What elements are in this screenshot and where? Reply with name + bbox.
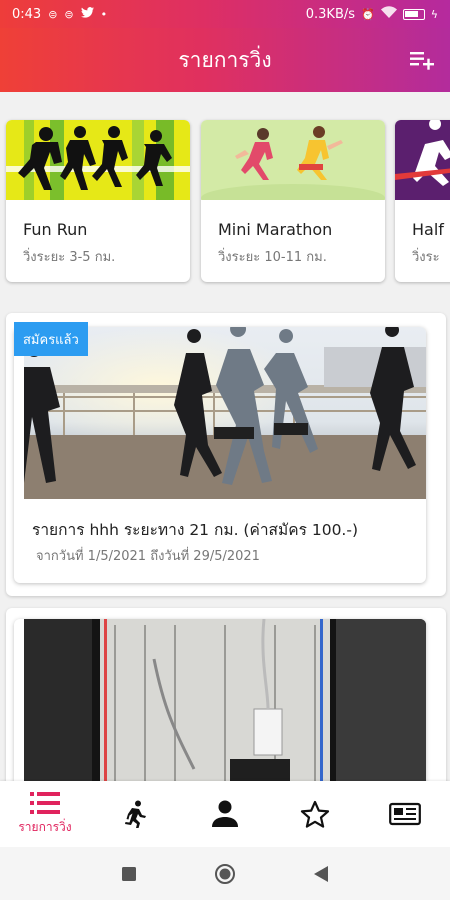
- category-name: Fun Run: [23, 220, 88, 239]
- charging-icon: ϟ: [430, 7, 438, 21]
- notification-icon: ⊜: [64, 7, 74, 21]
- category-card-fun-run[interactable]: Fun Run วิ่งระยะ 3-5 กม.: [6, 120, 190, 282]
- nav-item-profile[interactable]: [180, 781, 270, 847]
- category-card-half-marathon[interactable]: Half วิ่งระ: [395, 120, 450, 282]
- battery-icon: [402, 8, 425, 20]
- category-name: Mini Marathon: [218, 220, 333, 239]
- category-distance: วิ่งระ: [412, 250, 440, 265]
- half-marathon-image: [395, 120, 450, 200]
- home-button[interactable]: [177, 863, 273, 885]
- category-card-mini-marathon[interactable]: Mini Marathon วิ่งระยะ 10-11 กม.: [201, 120, 385, 282]
- app-bar: รายการวิ่ง: [0, 28, 450, 92]
- triangle-back-icon: [314, 865, 328, 882]
- list-icon: [30, 792, 60, 814]
- nav-item-news[interactable]: [360, 781, 450, 847]
- newspaper-icon: [389, 802, 421, 826]
- category-distance: วิ่งระยะ 3-5 กม.: [23, 250, 116, 265]
- bottom-navigation: รายการวิ่ง: [0, 781, 450, 847]
- registered-badge: สมัครแล้ว: [14, 322, 88, 356]
- playlist-add-button[interactable]: [408, 45, 436, 73]
- nav-item-race-list[interactable]: รายการวิ่ง: [0, 781, 90, 847]
- network-speed: 0.3KB/s: [305, 6, 356, 22]
- wifi-icon: [380, 6, 397, 22]
- running-icon: [125, 800, 146, 828]
- category-distance: วิ่งระยะ 10-11 กม.: [218, 250, 327, 265]
- status-time: 0:43: [12, 6, 42, 22]
- system-navigation: [0, 847, 450, 900]
- event-image: [24, 619, 426, 789]
- status-bar: 0:43 ⊜ ⊜ • 0.3KB/s ⏰ ϟ: [0, 0, 450, 28]
- person-icon: [212, 800, 238, 827]
- square-icon: [122, 866, 136, 881]
- back-button[interactable]: [273, 865, 369, 882]
- category-name: Half: [412, 220, 444, 239]
- event-card[interactable]: รายการ hhh ระยะทาง 21 กม. (ค่าสมัคร 100.…: [14, 327, 426, 583]
- event-date: จากวันที่ 1/5/2021 ถึงวันที่ 29/5/2021: [36, 549, 260, 564]
- mini-marathon-image: [201, 120, 385, 212]
- event-title: รายการ hhh ระยะทาง 21 กม. (ค่าสมัคร 100.…: [32, 521, 358, 539]
- twitter-icon: [80, 7, 94, 21]
- star-icon: [300, 800, 330, 828]
- nav-item-running[interactable]: [90, 781, 180, 847]
- fun-run-image: [6, 120, 190, 200]
- category-carousel[interactable]: Fun Run วิ่งระยะ 3-5 กม. Mini Marathon ว…: [0, 104, 450, 294]
- page-title: รายการวิ่ง: [178, 47, 272, 72]
- event-card[interactable]: [14, 619, 426, 789]
- dot-icon: •: [100, 7, 108, 21]
- notification-icon: ⊜: [48, 7, 58, 21]
- circle-icon: [215, 863, 235, 884]
- recents-button[interactable]: [81, 866, 177, 881]
- nav-item-favorites[interactable]: [270, 781, 360, 847]
- playlist-add-icon: [410, 52, 434, 70]
- alarm-icon: ⏰: [361, 7, 375, 21]
- nav-label: รายการวิ่ง: [18, 820, 72, 834]
